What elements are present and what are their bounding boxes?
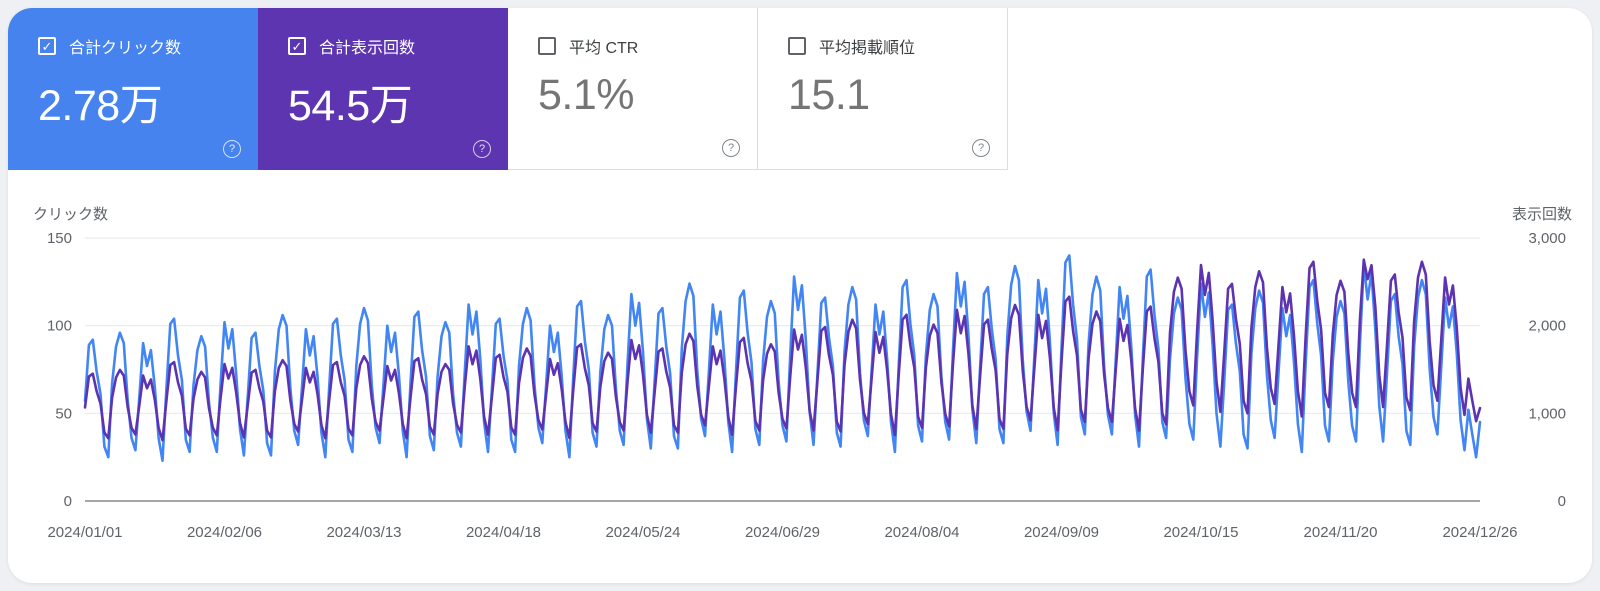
help-icon[interactable]: ? [223,140,241,158]
x-axis-date-label: 2024/02/06 [187,524,262,541]
x-axis-date-label: 2024/06/29 [745,524,820,541]
x-axis-date-label: 2024/12/26 [1442,524,1517,541]
performance-line-chart[interactable]: 0 0 50 1,000 100 2,000 150 3,000 クリック数 表示回数 2024/0… [8,170,1592,583]
help-icon[interactable]: ? [972,139,990,157]
right-axis-tick: 1,000 [1528,405,1566,422]
performance-card: ✓ 合計クリック数 2.78万 ? ✓ 合計表示回数 54.5万 ? 平均 CT… [8,8,1592,583]
metric-tile-average-ctr[interactable]: 平均 CTR 5.1% ? [508,8,758,170]
metric-label: 平均掲載順位 [819,34,915,58]
left-axis-title: クリック数 [33,206,108,223]
metric-label: 合計クリック数 [69,34,181,58]
x-axis-date-label: 2024/10/15 [1163,524,1238,541]
checkbox-unchecked-icon[interactable] [788,37,806,55]
left-axis-tick: 150 [47,230,72,247]
metric-value: 2.78万 [38,71,240,133]
metric-label: 合計表示回数 [319,34,415,58]
x-axis-date-label: 2024/08/04 [884,524,959,541]
x-axis-date-label: 2024/05/24 [605,524,680,541]
right-axis-tick: 0 [1558,493,1566,510]
metric-value: 5.1% [538,71,739,120]
x-axis-date-label: 2024/03/13 [326,524,401,541]
metric-tile-average-position[interactable]: 平均掲載順位 15.1 ? [758,8,1008,170]
right-axis-tick: 3,000 [1528,230,1566,247]
metric-tiles-row: ✓ 合計クリック数 2.78万 ? ✓ 合計表示回数 54.5万 ? 平均 CT… [8,8,1592,170]
metric-value: 54.5万 [288,71,490,133]
tile-header: ✓ 合計クリック数 [38,34,240,58]
clicks-line [85,256,1480,461]
x-axis-date-label: 2024/04/18 [466,524,541,541]
x-axis-date-label: 2024/09/09 [1024,524,1099,541]
x-axis-date-label: 2024/11/20 [1304,524,1378,541]
metric-value: 15.1 [788,71,989,120]
x-axis-date-label: 2024/01/01 [47,524,122,541]
left-axis-tick: 0 [64,493,72,510]
checkbox-unchecked-icon[interactable] [538,37,556,55]
help-icon[interactable]: ? [473,140,491,158]
right-axis-title: 表示回数 [1512,206,1572,223]
tile-header: ✓ 合計表示回数 [288,34,490,58]
metric-tile-total-impressions[interactable]: ✓ 合計表示回数 54.5万 ? [258,8,508,170]
tile-header: 平均掲載順位 [788,34,989,58]
checkbox-checked-icon[interactable]: ✓ [288,37,306,55]
right-axis-tick: 2,000 [1528,318,1566,335]
help-icon[interactable]: ? [722,139,740,157]
left-axis-tick: 50 [55,405,72,422]
tile-header: 平均 CTR [538,34,739,58]
checkbox-checked-icon[interactable]: ✓ [38,37,56,55]
left-axis-tick: 100 [47,318,72,335]
metric-tile-total-clicks[interactable]: ✓ 合計クリック数 2.78万 ? [8,8,258,170]
metric-label: 平均 CTR [569,34,638,58]
